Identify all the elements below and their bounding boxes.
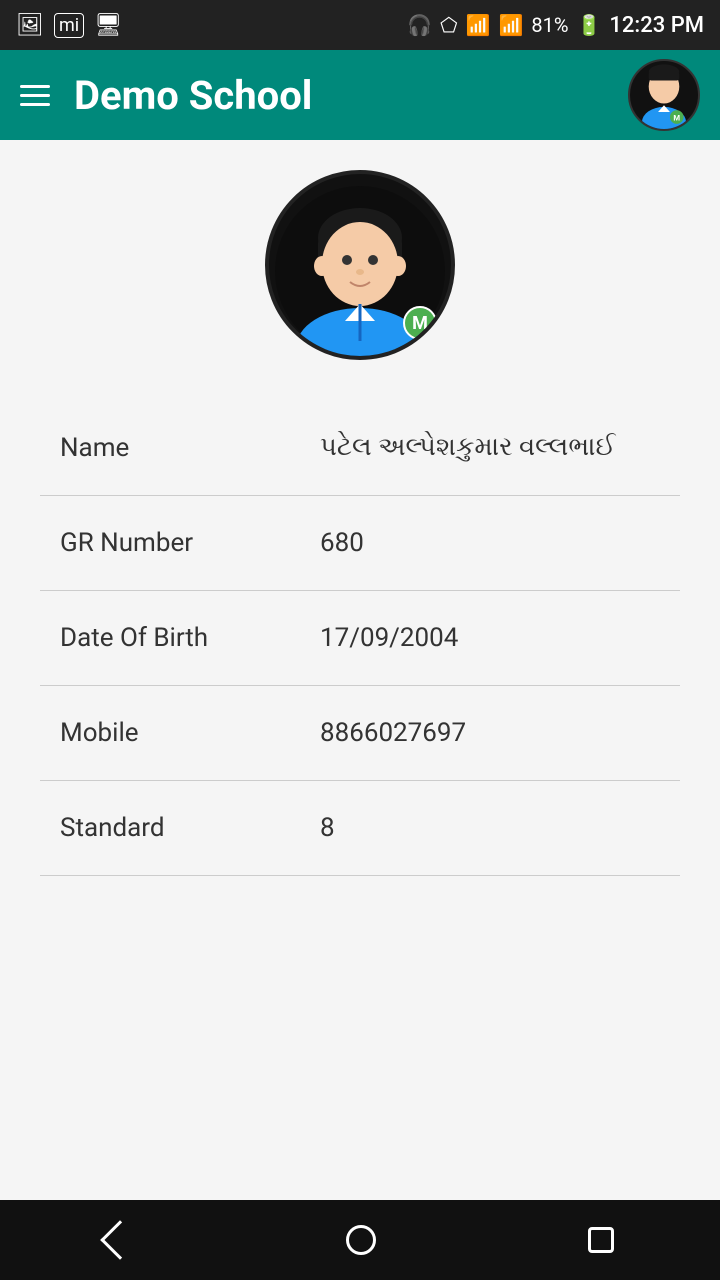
table-row: GR Number 680 (40, 496, 680, 591)
battery-icon: 🔋 (577, 13, 602, 37)
menu-button[interactable] (20, 85, 50, 106)
table-row: Date Of Birth 17/09/2004 (40, 591, 680, 686)
mobile-label: Mobile (60, 718, 300, 748)
standard-label: Standard (60, 813, 300, 843)
user-avatar-icon[interactable]: M (628, 59, 700, 131)
svg-text:M: M (673, 114, 680, 123)
app-title: Demo School (74, 72, 604, 119)
table-row: Standard 8 (40, 781, 680, 876)
display-icon: 🖥 (94, 13, 122, 38)
gr-number-label: GR Number (60, 528, 300, 558)
mobile-value: 8866027697 (320, 718, 660, 748)
wifi-icon: 📶 (466, 13, 491, 37)
battery-percent: 81% (531, 13, 568, 37)
status-right-info: 🎧 ⬠ 📶 📶 81% 🔋 12:23 PM (407, 13, 704, 38)
status-bar: 🖼 mi 🖥 🎧 ⬠ 📶 📶 81% 🔋 12:23 PM (0, 0, 720, 50)
app-bar: Demo School M (0, 50, 720, 140)
name-value: પટેલ અલ્પેશકુમાર વલ્લભાઈ (320, 432, 660, 463)
image-icon: 🖼 (16, 13, 44, 38)
recent-apps-button[interactable] (558, 1217, 644, 1263)
main-content: M Name પટેલ અલ્પેશકુમાર વલ્લભાઈ GR Numbe… (0, 140, 720, 1200)
dob-label: Date Of Birth (60, 623, 300, 653)
bottom-navigation-bar (0, 1200, 720, 1280)
dob-value: 17/09/2004 (320, 623, 660, 653)
name-label: Name (60, 433, 300, 463)
profile-avatar: M (265, 170, 455, 360)
back-button[interactable] (76, 1216, 164, 1264)
gr-number-value: 680 (320, 528, 660, 558)
status-left-icons: 🖼 mi 🖥 (16, 13, 122, 38)
standard-value: 8 (320, 813, 660, 843)
info-table: Name પટેલ અલ્પેશકુમાર વલ્લભાઈ GR Number … (0, 400, 720, 876)
table-row: Name પટેલ અલ્પેશકુમાર વલ્લભાઈ (40, 400, 680, 496)
table-row: Mobile 8866027697 (40, 686, 680, 781)
time-display: 12:23 PM (609, 13, 704, 38)
bluetooth-icon: ⬠ (440, 13, 457, 37)
profile-badge: M (403, 306, 437, 340)
headset-icon: 🎧 (407, 13, 432, 37)
profile-avatar-section: M (0, 170, 720, 360)
home-button[interactable] (316, 1215, 406, 1265)
mi-icon: mi (54, 13, 84, 38)
signal-icon: 📶 (498, 13, 523, 37)
